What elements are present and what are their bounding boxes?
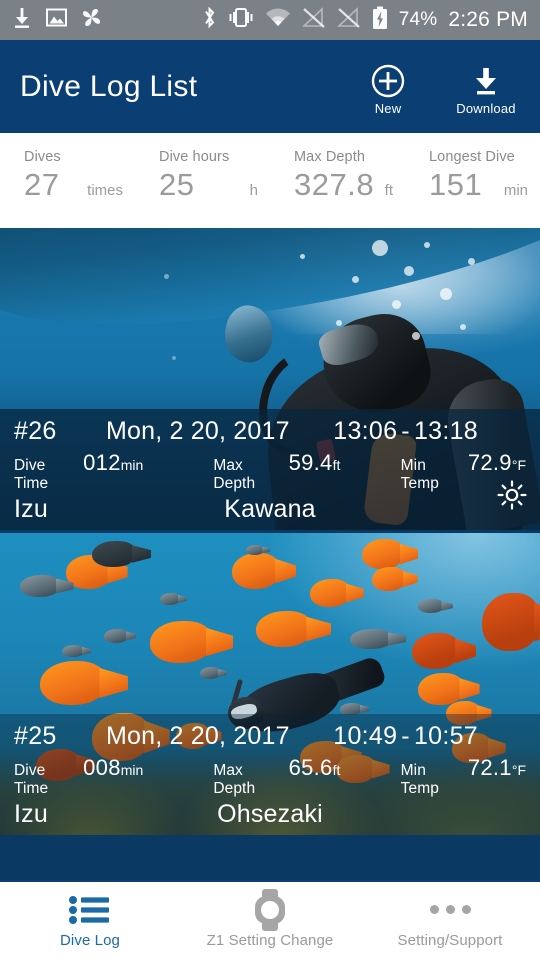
stat-unit: times xyxy=(87,182,123,199)
dive-number: #26 xyxy=(14,417,57,445)
metric-unit: ft xyxy=(332,457,341,473)
metric-max-depth: Max Depth 59.4 ft xyxy=(213,450,340,493)
nav-item-z1-setting-change[interactable]: Z1 Setting Change xyxy=(180,882,360,960)
metric-value: 008 xyxy=(83,755,121,780)
dive-point: Kawana xyxy=(224,495,316,523)
wifi-icon xyxy=(265,8,291,33)
stat-value: 327.8 xyxy=(294,167,375,202)
dive-log-card[interactable]: #25 Mon, 2 20, 2017 10:49-10:57 Dive Tim… xyxy=(0,533,540,835)
stat-unit: ft xyxy=(384,182,393,199)
dive-log-card[interactable]: #26 Mon, 2 20, 2017 13:06-13:18 Dive Tim… xyxy=(0,228,540,530)
nav-item-dive-log[interactable]: Dive Log xyxy=(0,882,180,960)
sun-icon[interactable] xyxy=(496,479,528,516)
dive-date: Mon, 2 20, 2017 xyxy=(106,417,290,445)
metric-unit: °F xyxy=(511,762,527,778)
watch-icon xyxy=(252,888,288,931)
stat-unit: h xyxy=(249,182,258,199)
download-icon xyxy=(12,7,32,34)
metric-dive-time: Dive Time 012 min xyxy=(14,450,143,493)
app-header: Dive Log List New Download xyxy=(0,40,540,133)
metric-unit: min xyxy=(120,457,144,473)
stat-value: 25 xyxy=(159,167,195,202)
dive-log-app-screen: 74% 2:26 PM Dive Log List New Download D… xyxy=(0,0,540,960)
plus-circle-icon xyxy=(371,64,405,98)
dive-log-info-panel: #26 Mon, 2 20, 2017 13:06-13:18 Dive Tim… xyxy=(0,409,540,530)
clock-label: 2:26 PM xyxy=(448,8,528,31)
dive-log-list[interactable]: #26 Mon, 2 20, 2017 13:06-13:18 Dive Tim… xyxy=(0,228,540,955)
dive-area: Izu xyxy=(14,800,48,828)
dive-point: Ohsezaki xyxy=(217,800,323,828)
metric-label: Max Depth xyxy=(213,762,256,797)
stat-max-depth: Max Depth 327.8 ft xyxy=(270,149,405,203)
new-dive-label: New xyxy=(374,100,402,116)
dive-number: #25 xyxy=(14,722,57,750)
new-dive-button[interactable]: New xyxy=(352,64,424,116)
stat-value: 27 xyxy=(24,167,60,202)
dive-area: Izu xyxy=(14,495,48,523)
stat-label: Dives xyxy=(24,149,61,165)
status-bar: 74% 2:26 PM xyxy=(0,0,540,40)
nav-label: Z1 Setting Change xyxy=(206,931,334,949)
dive-time-range: 13:06-13:18 xyxy=(333,417,526,446)
metric-label: Dive Time xyxy=(14,457,49,492)
dive-start-time: 10:49 xyxy=(333,722,398,750)
stat-label: Dive hours xyxy=(159,149,230,165)
dive-end-time: 13:18 xyxy=(413,417,478,445)
stat-longest-dive: Longest Dive 151 min xyxy=(405,149,540,203)
pinwheel-icon xyxy=(81,7,102,33)
sim1-no-signal-icon xyxy=(301,6,326,34)
header-actions: New Download xyxy=(352,58,522,116)
download-logs-label: Download xyxy=(456,100,516,116)
image-icon xyxy=(46,8,67,32)
metric-unit: min xyxy=(120,762,144,778)
vibrate-icon xyxy=(228,7,254,33)
metric-max-depth: Max Depth 65.6 ft xyxy=(213,755,340,798)
metric-label: Min Temp xyxy=(400,762,439,797)
stat-dive-hours: Dive hours 25 h xyxy=(135,149,270,203)
stat-label: Max Depth xyxy=(294,149,366,165)
time-range-dash: - xyxy=(401,417,410,445)
dive-start-time: 13:06 xyxy=(333,417,398,445)
metric-min-temp: Min Temp 72.1 °F xyxy=(401,755,526,798)
status-bar-right-icons: 74% 2:26 PM xyxy=(202,6,528,35)
metric-value: 012 xyxy=(83,450,121,475)
stat-label: Longest Dive xyxy=(429,149,515,165)
battery-percent-label: 74% xyxy=(398,9,438,30)
nav-label: Dive Log xyxy=(59,931,120,949)
metric-label: Max Depth xyxy=(213,457,256,492)
bluetooth-icon xyxy=(202,6,217,34)
status-bar-left-icons xyxy=(12,7,102,34)
ellipsis-icon xyxy=(429,894,471,926)
metric-value: 59.4 xyxy=(288,450,333,475)
metric-label: Min Temp xyxy=(400,457,439,492)
download-arrow-icon xyxy=(469,64,503,98)
metric-value: 72.9 xyxy=(467,450,512,475)
metric-unit: ft xyxy=(332,762,341,778)
bottom-navigation-bar: Dive Log Z1 Setting Change Setting/Suppo… xyxy=(0,880,540,960)
metric-unit: °F xyxy=(511,457,527,473)
dive-stats-bar: Dives 27 times Dive hours 25 h Max Depth… xyxy=(0,133,540,228)
stat-unit: min xyxy=(503,182,528,199)
battery-charging-icon xyxy=(372,6,388,35)
dive-date: Mon, 2 20, 2017 xyxy=(106,722,290,750)
nav-item-setting-support[interactable]: Setting/Support xyxy=(360,882,540,960)
sim2-no-signal-icon xyxy=(336,6,361,34)
stat-dives: Dives 27 times xyxy=(0,149,135,203)
metric-dive-time: Dive Time 008 min xyxy=(14,755,143,798)
dive-time-range: 10:49-10:57 xyxy=(333,722,526,751)
metric-label: Dive Time xyxy=(14,762,49,797)
dive-log-info-panel: #25 Mon, 2 20, 2017 10:49-10:57 Dive Tim… xyxy=(0,714,540,835)
stat-value: 151 xyxy=(429,167,483,202)
list-icon xyxy=(68,894,112,926)
metric-value: 65.6 xyxy=(288,755,333,780)
nav-label: Setting/Support xyxy=(397,931,503,949)
dive-end-time: 10:57 xyxy=(413,722,478,750)
metric-value: 72.1 xyxy=(467,755,512,780)
page-title: Dive Log List xyxy=(20,69,198,103)
download-logs-button[interactable]: Download xyxy=(450,64,522,116)
time-range-dash: - xyxy=(401,722,410,750)
